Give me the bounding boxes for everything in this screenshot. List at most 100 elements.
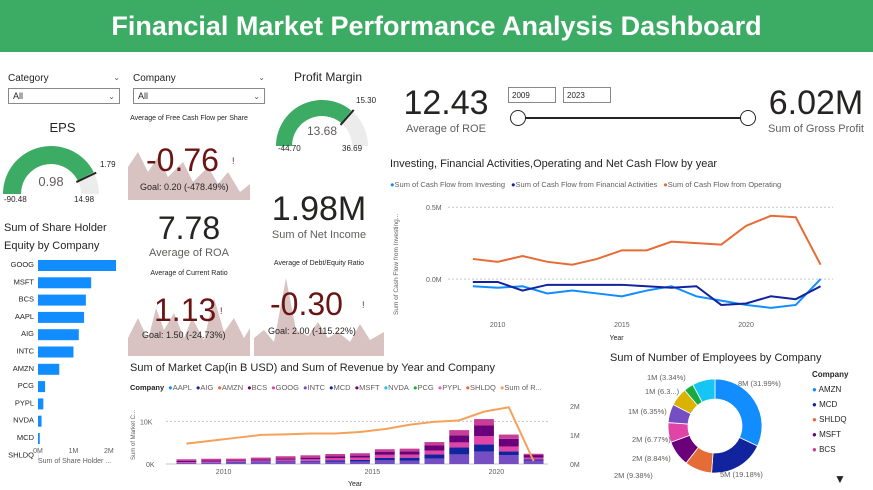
market-bar-segment[interactable]	[374, 454, 395, 458]
market-bar-segment[interactable]	[275, 461, 296, 463]
market-bar-segment[interactable]	[350, 457, 370, 460]
market-bar-segment[interactable]	[201, 458, 222, 461]
market-bar-segment[interactable]	[449, 447, 470, 455]
market-legend-item[interactable]: ●MSFT	[355, 383, 380, 392]
market-bar-segment[interactable]	[449, 430, 470, 436]
year-start-input[interactable]: 2009	[508, 87, 556, 103]
market-legend-item[interactable]: ●MCD	[329, 383, 351, 392]
equity-bar[interactable]	[38, 381, 46, 393]
market-bar-segment[interactable]	[325, 458, 346, 461]
market-bar-segment[interactable]	[226, 458, 246, 461]
market-bar-segment[interactable]	[498, 434, 519, 439]
market-bar-segment[interactable]	[424, 442, 445, 446]
market-bar-segment[interactable]	[523, 460, 544, 464]
legend-scroll-down-icon[interactable]: ▼	[834, 472, 846, 486]
market-bar-segment[interactable]	[201, 461, 222, 463]
market-bar-segment[interactable]	[374, 457, 395, 461]
market-legend-item[interactable]: ●BCS	[247, 383, 267, 392]
market-legend-item[interactable]: ●PCG	[413, 383, 434, 392]
market-bar-segment[interactable]	[474, 444, 494, 452]
employees-legend-item[interactable]: ● SHLDQ	[812, 415, 848, 424]
donut-slice[interactable]	[714, 378, 763, 447]
market-bar-segment[interactable]	[399, 457, 420, 461]
market-bar-segment[interactable]	[374, 452, 395, 455]
market-bar-segment[interactable]	[300, 457, 321, 460]
market-bar-segment[interactable]	[250, 459, 271, 461]
category-slicer[interactable]: Category ⌄ All ⌄	[8, 73, 120, 104]
market-bar-segment[interactable]	[498, 451, 519, 456]
market-bar-segment[interactable]	[374, 449, 395, 453]
market-bar-segment[interactable]	[350, 455, 370, 458]
market-bar-segment[interactable]	[449, 454, 470, 464]
equity-bar[interactable]	[38, 294, 86, 306]
chevron-down-icon[interactable]: ⌄	[258, 73, 265, 84]
market-legend-item[interactable]: ●NVDA	[384, 383, 409, 392]
year-slider-end-handle[interactable]	[740, 110, 756, 126]
market-bar-segment[interactable]	[399, 448, 420, 452]
market-bar-segment[interactable]	[300, 459, 321, 461]
market-bar-segment[interactable]	[350, 461, 370, 464]
market-bar-segment[interactable]	[226, 460, 246, 462]
market-bar-segment[interactable]	[474, 436, 494, 445]
year-slider-start-handle[interactable]	[510, 110, 526, 126]
market-bar-segment[interactable]	[424, 454, 445, 459]
equity-bar[interactable]	[38, 311, 85, 323]
market-bar-segment[interactable]	[300, 455, 321, 458]
market-bar-segment[interactable]	[250, 457, 271, 460]
market-legend-item[interactable]: ●SHLDQ	[465, 383, 495, 392]
market-bar-segment[interactable]	[399, 460, 420, 464]
donut-slice[interactable]	[711, 436, 759, 474]
cashflow-series-line[interactable]	[472, 278, 822, 309]
equity-bar[interactable]	[38, 260, 116, 271]
market-bar-segment[interactable]	[226, 461, 246, 462]
market-bar-segment[interactable]	[275, 458, 296, 460]
cashflow-legend-item[interactable]: ●Sum of Cash Flow from Financial Activit…	[511, 180, 657, 189]
equity-bar[interactable]	[38, 398, 44, 410]
market-legend-item[interactable]: ●INTC	[303, 383, 325, 392]
market-bar-segment[interactable]	[523, 455, 544, 458]
market-bar-segment[interactable]	[474, 425, 494, 437]
cashflow-series-line[interactable]	[472, 280, 822, 306]
equity-bar[interactable]	[38, 346, 74, 358]
cashflow-series-line[interactable]	[472, 214, 822, 266]
market-bar-segment[interactable]	[424, 450, 445, 455]
market-bar-segment[interactable]	[275, 459, 296, 462]
market-legend-item[interactable]: ●AMZN	[217, 383, 243, 392]
year-end-input[interactable]: 2023	[563, 87, 611, 103]
market-bar-segment[interactable]	[498, 455, 519, 464]
employees-legend-item[interactable]: ● AMZN	[812, 385, 848, 394]
market-bar-segment[interactable]	[300, 460, 321, 462]
equity-bar[interactable]	[38, 433, 40, 444]
cashflow-legend-item[interactable]: ●Sum of Cash Flow from Investing	[390, 180, 505, 189]
market-bar-segment[interactable]	[250, 461, 271, 464]
market-bar-segment[interactable]	[275, 456, 296, 459]
equity-bar[interactable]	[38, 329, 79, 341]
employees-legend-item[interactable]: ● BCS	[812, 445, 848, 454]
employees-legend-item[interactable]: ● MSFT	[812, 430, 848, 439]
market-bar-segment[interactable]	[523, 453, 544, 456]
market-bar-segment[interactable]	[399, 454, 420, 458]
equity-bar[interactable]	[38, 277, 92, 289]
market-legend-item[interactable]: ●PYPL	[438, 383, 462, 392]
market-bar-segment[interactable]	[250, 461, 271, 462]
market-bar-segment[interactable]	[275, 462, 296, 464]
equity-bar[interactable]	[38, 415, 42, 427]
market-bar-segment[interactable]	[424, 458, 445, 464]
market-legend-item[interactable]: ●AIG	[196, 383, 213, 392]
market-bar-segment[interactable]	[474, 419, 494, 426]
market-bar-segment[interactable]	[374, 460, 395, 464]
category-dropdown[interactable]: All ⌄	[8, 88, 120, 104]
employees-legend-item[interactable]: ● MCD	[812, 400, 848, 409]
year-range-slicer[interactable]: 2009 2023	[508, 87, 758, 132]
market-legend-item[interactable]: ●AAPL	[168, 383, 192, 392]
market-bar-segment[interactable]	[498, 438, 519, 447]
company-slicer[interactable]: Company ⌄ All ⌄	[133, 73, 265, 104]
market-bar-segment[interactable]	[325, 460, 346, 462]
market-bar-segment[interactable]	[176, 460, 197, 463]
market-bar-segment[interactable]	[350, 453, 370, 456]
year-slider-track[interactable]	[518, 117, 748, 119]
market-bar-segment[interactable]	[424, 445, 445, 451]
market-bar-segment[interactable]	[201, 462, 222, 464]
market-bar-segment[interactable]	[176, 462, 197, 463]
equity-bar[interactable]	[38, 363, 60, 375]
